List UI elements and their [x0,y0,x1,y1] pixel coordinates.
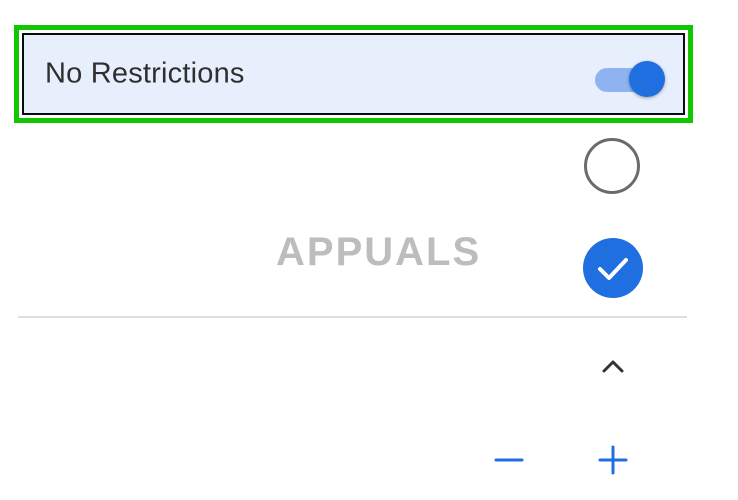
checkmark-icon [598,258,628,280]
no-restrictions-toggle[interactable] [593,61,665,97]
radio-unchecked-icon[interactable] [584,138,640,194]
section-divider [18,316,687,318]
minus-icon[interactable] [492,444,526,476]
settings-screen: No Restrictions APPUALS [0,0,738,500]
watermark-text: APPUALS [276,230,482,274]
no-restrictions-label: No Restrictions [45,57,245,90]
plus-icon[interactable] [596,443,630,477]
chevron-up-icon[interactable] [599,356,627,376]
no-restrictions-row-background: No Restrictions [22,33,685,115]
appuals-watermark: APPUALS [276,228,479,280]
no-restrictions-row[interactable]: No Restrictions [14,25,693,123]
toggle-thumb [629,61,665,97]
checkmark-circle-icon[interactable] [583,238,643,298]
